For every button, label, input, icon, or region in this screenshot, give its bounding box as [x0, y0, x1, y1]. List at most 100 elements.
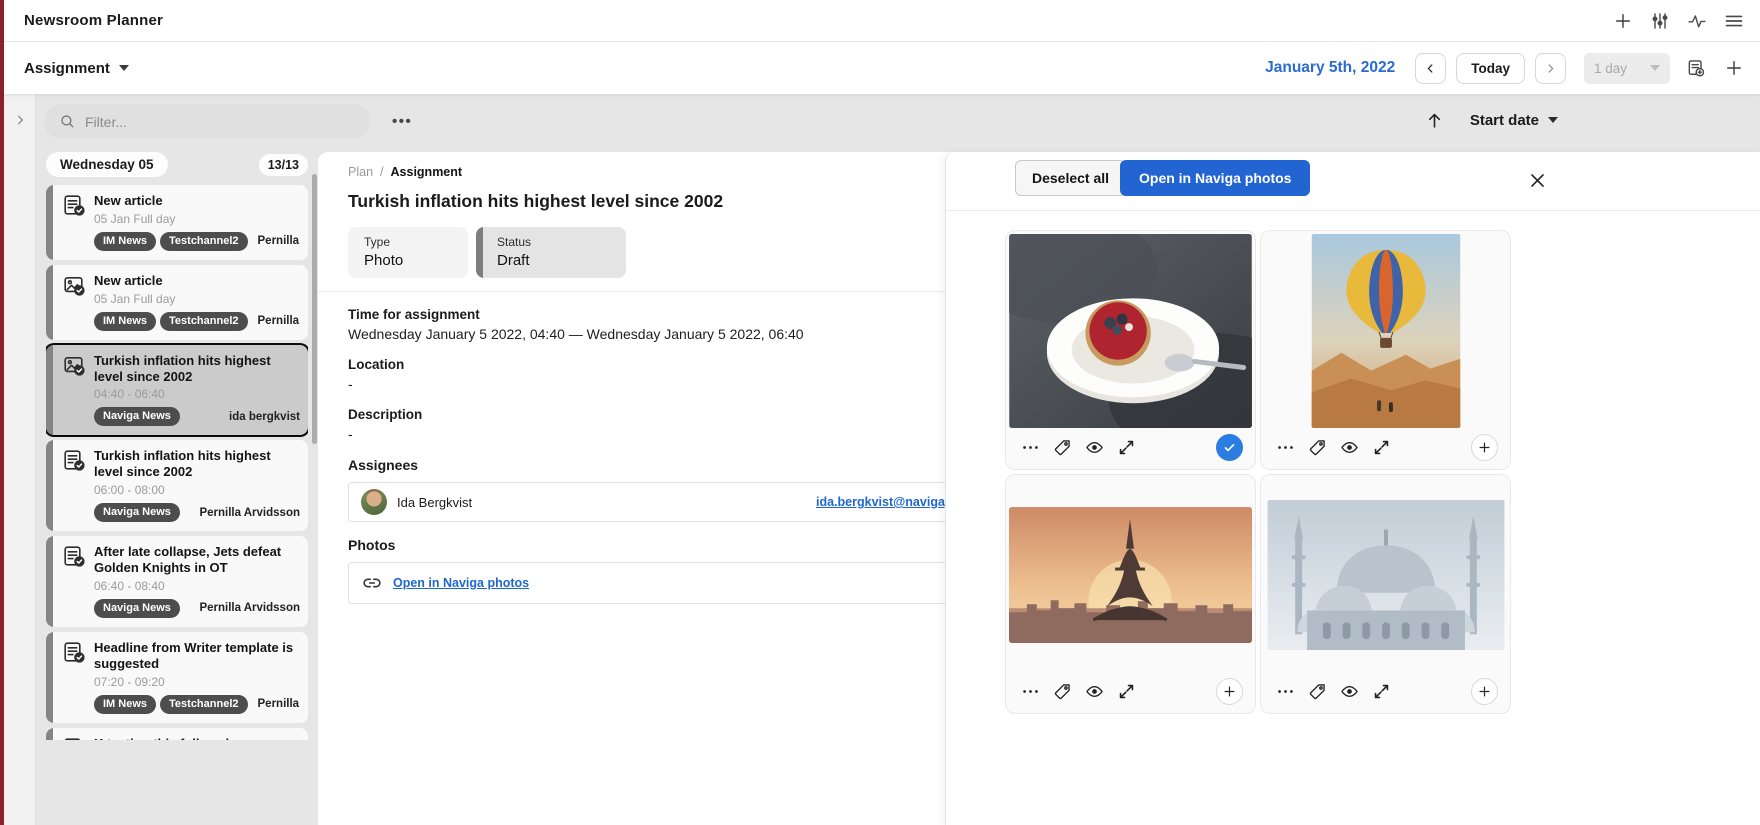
preview-eye-icon[interactable]	[1084, 681, 1104, 701]
assignment-card-time: 06:40 - 08:40	[94, 579, 300, 593]
photo-selected-check[interactable]	[1216, 434, 1243, 461]
next-day-button[interactable]	[1535, 53, 1566, 84]
assignment-card-badges: IM NewsTestchannel2Pernilla Arvidsson	[94, 695, 300, 714]
article-assignment-icon	[63, 449, 85, 471]
filter-input[interactable]	[85, 114, 358, 130]
photo-add-button[interactable]	[1471, 434, 1498, 461]
channel-badge: IM News	[94, 232, 156, 251]
channel-badge: Naviga News	[94, 599, 180, 618]
view-selector[interactable]: Assignment	[24, 60, 129, 77]
breadcrumb-plan[interactable]: Plan	[348, 165, 373, 179]
assignment-card-badges: Naviga NewsPernilla Arvidsson	[94, 503, 300, 522]
photo-assignment-icon	[63, 274, 85, 296]
prev-day-button[interactable]	[1415, 53, 1446, 84]
day-column: Wednesday 05 13/13 New article 05 Jan Fu…	[46, 152, 308, 740]
expand-icon[interactable]	[1116, 681, 1136, 701]
tag-icon[interactable]	[1052, 681, 1072, 701]
sort-direction-icon[interactable]	[1423, 108, 1447, 132]
deselect-all-button[interactable]: Deselect all	[1015, 160, 1126, 196]
assignee-avatar	[361, 489, 387, 515]
naviga-photos-panel: Deselect all Open in Naviga photos	[945, 152, 1760, 825]
assignment-card[interactable]: K testing this full package 08:00 - 10:0…	[46, 728, 308, 740]
assignment-card-title: New article	[94, 193, 300, 209]
assignment-card[interactable]: Turkish inflation hits highest level sin…	[46, 345, 308, 436]
more-options-icon[interactable]	[1275, 437, 1295, 457]
sort-by-label[interactable]: Start date	[1470, 112, 1539, 129]
filter-search-box	[44, 104, 370, 139]
tag-icon[interactable]	[1307, 681, 1327, 701]
expand-icon[interactable]	[1371, 681, 1391, 701]
channel-badge: Naviga News	[94, 407, 180, 426]
add-icon[interactable]	[1611, 9, 1635, 33]
assignment-card-time: 06:00 - 08:00	[94, 483, 300, 497]
assignment-card-assignee: Pernilla Arvidsson	[193, 507, 300, 519]
sidebar-scrollbar[interactable]	[312, 174, 317, 444]
workspace: ••• Start date Wednesday 05 13/13 New ar…	[4, 94, 1760, 825]
photo-add-button[interactable]	[1216, 678, 1243, 705]
filter-more-button[interactable]: •••	[392, 113, 412, 130]
channel-badge: Testchannel2	[160, 312, 248, 331]
tag-icon[interactable]	[1307, 437, 1327, 457]
app-header: Newsroom Planner	[4, 0, 1760, 42]
assignment-card-title: After late collapse, Jets defeat Golden …	[94, 544, 300, 576]
photo-tile[interactable]	[1260, 230, 1511, 470]
preview-eye-icon[interactable]	[1084, 437, 1104, 457]
add-to-plan-icon[interactable]	[1684, 56, 1708, 80]
assignment-card-assignee: Pernilla Arvidsson	[252, 698, 300, 710]
assignment-card-assignee: ida bergkvist	[223, 411, 300, 423]
menu-icon[interactable]	[1722, 9, 1746, 33]
status-value: Draft	[497, 252, 610, 269]
article-assignment-icon	[63, 641, 85, 663]
day-header-pill: Wednesday 05	[46, 152, 168, 177]
photo-image	[1008, 233, 1253, 429]
range-select[interactable]: 1 day	[1584, 53, 1670, 84]
breadcrumb-separator: /	[380, 165, 383, 179]
create-new-icon[interactable]	[1722, 56, 1746, 80]
assignment-card-title: K testing this full package	[94, 736, 300, 740]
chevron-down-icon[interactable]	[1548, 117, 1558, 123]
type-chip[interactable]: Type Photo	[348, 227, 468, 278]
filters-sliders-icon[interactable]	[1648, 9, 1672, 33]
assignment-card-title: Turkish inflation hits highest level sin…	[94, 353, 300, 385]
tag-icon[interactable]	[1052, 437, 1072, 457]
activity-icon[interactable]	[1685, 9, 1709, 33]
day-count-badge: 13/13	[259, 154, 308, 176]
assignment-card-title: Headline from Writer template is suggest…	[94, 640, 300, 672]
expand-icon[interactable]	[1371, 437, 1391, 457]
view-selector-label: Assignment	[24, 60, 110, 77]
photo-tile[interactable]	[1005, 230, 1256, 470]
photo-tile[interactable]	[1260, 474, 1511, 714]
assignment-card-title: Turkish inflation hits highest level sin…	[94, 448, 300, 480]
app-accent-edge	[0, 0, 4, 825]
link-icon	[362, 573, 382, 593]
close-icon[interactable]	[1524, 167, 1550, 193]
article-assignment-icon	[63, 194, 85, 216]
article-assignment-icon	[63, 737, 85, 740]
photo-assignment-icon	[63, 354, 85, 376]
status-chip[interactable]: Status Draft	[476, 227, 626, 278]
photo-tile[interactable]	[1005, 474, 1256, 714]
channel-badge: Testchannel2	[160, 695, 248, 714]
more-options-icon[interactable]	[1020, 681, 1040, 701]
assignment-card[interactable]: New article 05 Jan Full day IM NewsTestc…	[46, 265, 308, 340]
today-button[interactable]: Today	[1456, 53, 1525, 84]
preview-eye-icon[interactable]	[1339, 437, 1359, 457]
more-options-icon[interactable]	[1275, 681, 1295, 701]
assignment-card[interactable]: After late collapse, Jets defeat Golden …	[46, 536, 308, 627]
expand-icon[interactable]	[1116, 437, 1136, 457]
assignee-name: Ida Bergkvist	[397, 495, 472, 510]
assignment-card[interactable]: Headline from Writer template is suggest…	[46, 632, 308, 723]
open-naviga-photos-link[interactable]: Open in Naviga photos	[393, 576, 529, 590]
photo-add-button[interactable]	[1471, 678, 1498, 705]
assignment-card-time: 05 Jan Full day	[94, 292, 300, 306]
assignment-card[interactable]: New article 05 Jan Full day IM NewsTestc…	[46, 185, 308, 260]
expand-sidebar-icon[interactable]	[8, 108, 32, 132]
current-date-label[interactable]: January 5th, 2022	[1265, 59, 1395, 77]
more-options-icon[interactable]	[1020, 437, 1040, 457]
toolbar: Assignment January 5th, 2022 Today 1 day	[4, 42, 1760, 94]
preview-eye-icon[interactable]	[1339, 681, 1359, 701]
breadcrumb-current: Assignment	[391, 165, 463, 179]
open-in-naviga-photos-button[interactable]: Open in Naviga photos	[1120, 160, 1310, 196]
search-icon	[59, 113, 76, 130]
assignment-card[interactable]: Turkish inflation hits highest level sin…	[46, 440, 308, 531]
